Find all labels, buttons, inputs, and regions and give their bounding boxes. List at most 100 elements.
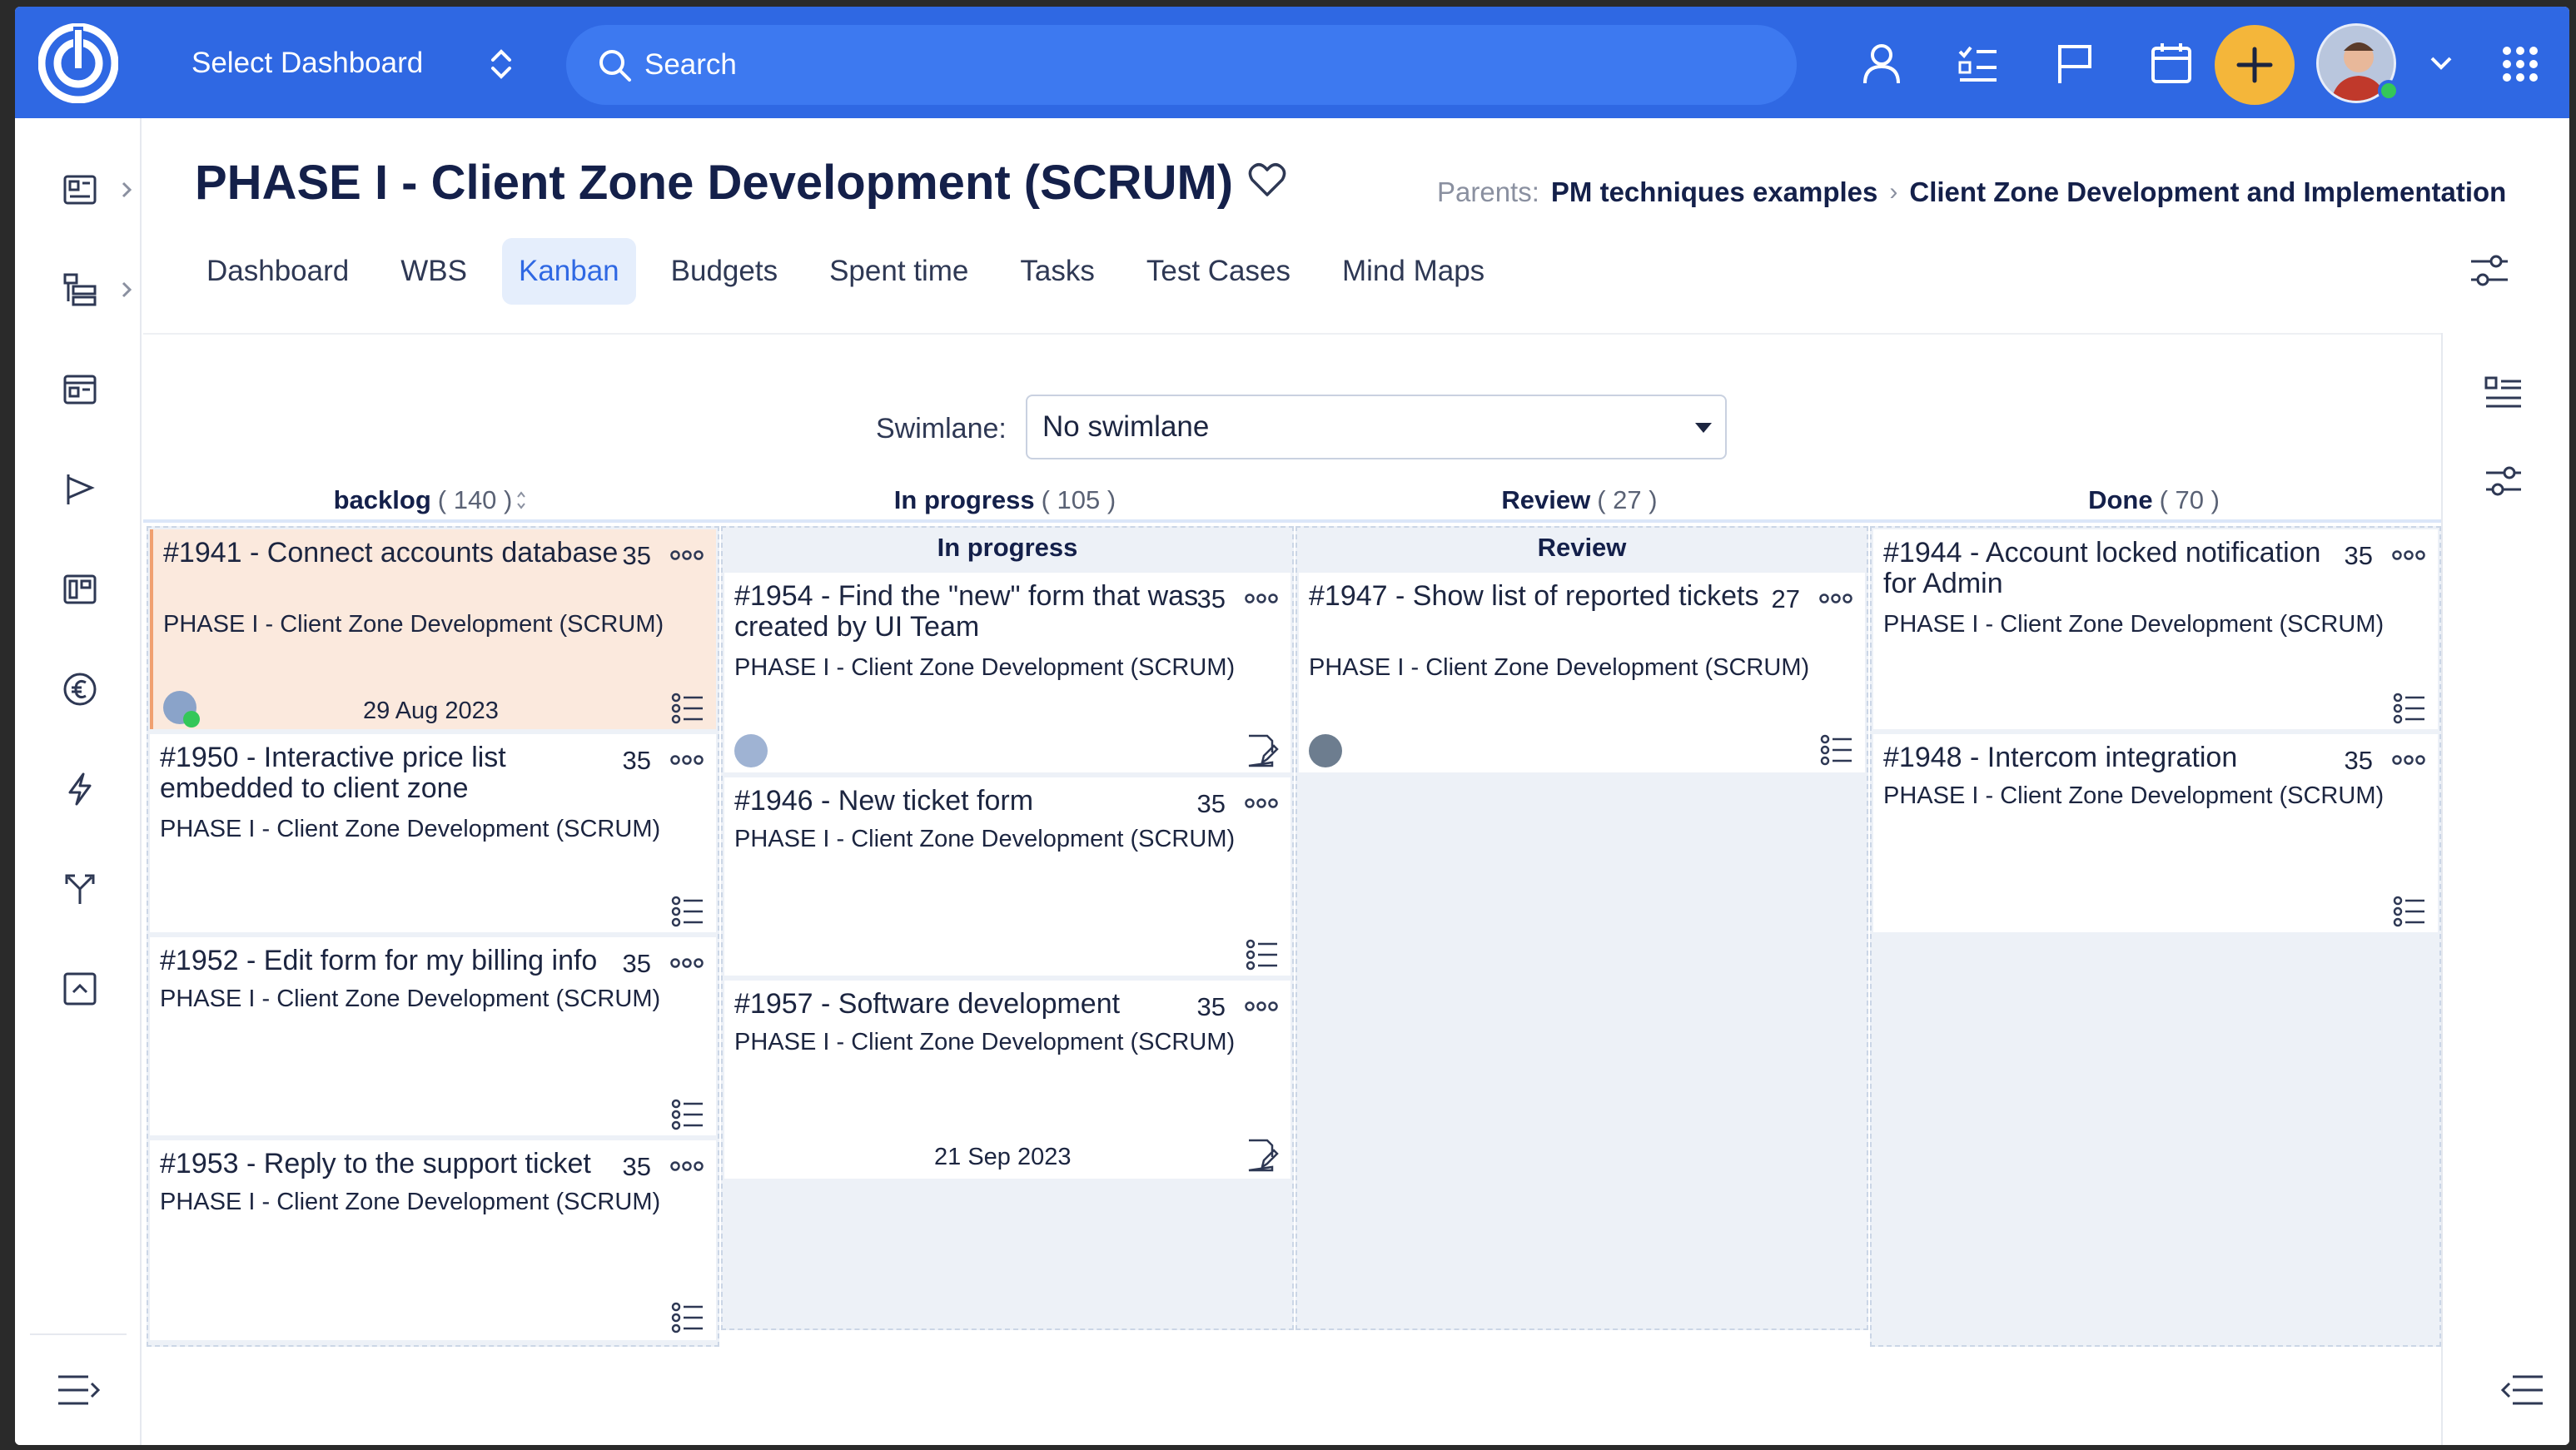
breadcrumb-item[interactable]: PM techniques examples [1551, 176, 1877, 208]
collapse-panel-icon[interactable] [2499, 1372, 2546, 1408]
lightning-icon[interactable] [62, 771, 98, 807]
reports-icon[interactable] [62, 571, 98, 608]
app-logo-icon[interactable] [38, 23, 118, 103]
chevron-right-icon[interactable] [118, 280, 135, 300]
card-project: PHASE I - Client Zone Development (SCRUM… [160, 1189, 661, 1215]
column-header-review[interactable]: Review ( 27 ) [1292, 479, 1867, 521]
more-options-icon[interactable] [1244, 797, 1279, 809]
more-options-icon[interactable] [2391, 549, 2426, 561]
card-project: PHASE I - Client Zone Development (SCRUM… [734, 826, 1236, 852]
more-options-icon[interactable] [1244, 593, 1279, 604]
tab-kanban[interactable]: Kanban [501, 238, 636, 305]
card-title[interactable]: #1950 - Interactive price list embedded … [160, 742, 626, 804]
checklist-icon[interactable] [2393, 693, 2426, 724]
more-options-icon[interactable] [1244, 1001, 1279, 1012]
more-options-icon[interactable] [2391, 754, 2426, 766]
kanban-card[interactable]: #1947 - Show list of reported tickets 27… [1299, 573, 1865, 772]
checklist-icon[interactable] [671, 693, 704, 724]
checklist-icon[interactable] [2393, 896, 2426, 927]
card-title[interactable]: #1957 - Software development [734, 989, 1201, 1020]
projects-list-icon[interactable] [62, 271, 98, 308]
card-title[interactable]: #1952 - Edit form for my billing info [160, 946, 626, 976]
kanban-card[interactable]: #1941 - Connect accounts database 35 PHA… [150, 529, 716, 729]
card-project: PHASE I - Client Zone Development (SCRUM… [1309, 654, 1810, 681]
more-options-icon[interactable] [669, 1160, 704, 1172]
dashboard-icon[interactable] [62, 171, 98, 208]
tab-mind-maps[interactable]: Mind Maps [1325, 238, 1501, 305]
checklist-icon[interactable] [1820, 734, 1853, 766]
board-icon[interactable] [62, 371, 98, 408]
swimlane-select[interactable]: No swimlane [1026, 395, 1727, 459]
breadcrumb-item[interactable]: Client Zone Development and Implementati… [1909, 176, 2506, 208]
kanban-card[interactable]: #1946 - New ticket form 35 PHASE I - Cli… [724, 777, 1290, 976]
column-count: ( 105 ) [1041, 485, 1116, 514]
card-points: 35 [1196, 992, 1226, 1021]
edit-note-icon[interactable] [1246, 732, 1279, 769]
favorite-heart-icon[interactable] [1247, 161, 1287, 198]
more-options-icon[interactable] [669, 549, 704, 561]
settings-sliders-icon[interactable] [2468, 250, 2511, 293]
card-title[interactable]: #1954 - Find the "new" form that was cre… [734, 581, 1201, 643]
chevron-down-icon[interactable] [2429, 55, 2453, 72]
page-title: PHASE I - Client Zone Development (SCRUM… [195, 156, 1234, 210]
card-title[interactable]: #1953 - Reply to the support ticket [160, 1149, 626, 1179]
select-dashboard-dropdown[interactable]: Select Dashboard [191, 38, 511, 88]
expand-sidebar-icon[interactable] [55, 1372, 102, 1408]
expand-section-icon[interactable] [62, 971, 98, 1007]
kanban-card[interactable]: #1953 - Reply to the support ticket 35 P… [150, 1140, 716, 1340]
swimlane-value: No swimlane [1042, 410, 1210, 443]
filter-sliders-icon[interactable] [2484, 463, 2523, 501]
assignee-avatar[interactable] [1309, 734, 1342, 767]
card-points: 27 [1771, 584, 1800, 613]
task-list-icon[interactable] [1955, 40, 2002, 87]
calendar-icon[interactable] [2148, 40, 2195, 87]
checklist-icon[interactable] [671, 896, 704, 927]
tab-test-cases[interactable]: Test Cases [1130, 238, 1307, 305]
tab-wbs[interactable]: WBS [384, 238, 484, 305]
online-status-indicator [183, 711, 200, 727]
checklist-icon[interactable] [671, 1302, 704, 1333]
card-title[interactable]: #1948 - Intercom integration [1883, 742, 2350, 773]
create-new-button[interactable] [2215, 25, 2295, 105]
search-input[interactable]: Search [566, 25, 1797, 105]
column-header-in-progress[interactable]: In progress ( 105 ) [718, 479, 1292, 521]
card-due-date: 29 Aug 2023 [363, 698, 499, 724]
kanban-card[interactable]: #1957 - Software development 35 PHASE I … [724, 981, 1290, 1179]
online-status-indicator [2378, 80, 2399, 102]
tab-tasks[interactable]: Tasks [1003, 238, 1111, 305]
budget-euro-icon[interactable] [62, 671, 98, 708]
milestone-icon[interactable] [62, 471, 98, 508]
more-options-icon[interactable] [669, 957, 704, 969]
tab-spent-time[interactable]: Spent time [813, 238, 985, 305]
column-name: backlog [333, 485, 431, 514]
card-title[interactable]: #1941 - Connect accounts database [163, 538, 629, 569]
tab-dashboard[interactable]: Dashboard [190, 238, 366, 305]
list-view-icon[interactable] [2484, 376, 2523, 410]
checklist-icon[interactable] [1246, 939, 1279, 971]
tab-budgets[interactable]: Budgets [654, 238, 794, 305]
kanban-card[interactable]: #1944 - Account locked notification for … [1873, 529, 2438, 729]
kanban-card[interactable]: #1948 - Intercom integration 35 PHASE I … [1873, 734, 2438, 932]
more-options-icon[interactable] [669, 754, 704, 766]
kanban-card[interactable]: #1954 - Find the "new" form that was cre… [724, 573, 1290, 772]
assignee-avatar[interactable] [734, 734, 768, 767]
card-points: 35 [2344, 746, 2373, 775]
chevron-right-icon[interactable] [118, 180, 135, 200]
column-header-backlog[interactable]: backlog ( 140 ) [143, 479, 718, 521]
kanban-card[interactable]: #1950 - Interactive price list embedded … [150, 734, 716, 932]
column-header-divider [143, 519, 2441, 523]
card-title[interactable]: #1947 - Show list of reported tickets [1309, 581, 1775, 612]
user-icon[interactable] [1858, 40, 1905, 87]
checklist-icon[interactable] [671, 1099, 704, 1130]
kanban-card[interactable]: #1952 - Edit form for my billing info 35… [150, 937, 716, 1135]
merge-branch-icon[interactable] [62, 871, 98, 907]
card-title[interactable]: #1944 - Account locked notification for … [1883, 538, 2350, 599]
column-header-done[interactable]: Done ( 70 ) [1867, 479, 2441, 521]
card-title[interactable]: #1946 - New ticket form [734, 786, 1201, 817]
flag-icon[interactable] [2051, 40, 2098, 87]
sort-icon[interactable] [515, 489, 527, 512]
card-project: PHASE I - Client Zone Development (SCRUM… [1883, 611, 2385, 638]
edit-note-icon[interactable] [1246, 1137, 1279, 1174]
more-options-icon[interactable] [1818, 593, 1853, 604]
apps-grid-icon[interactable] [2501, 45, 2539, 83]
